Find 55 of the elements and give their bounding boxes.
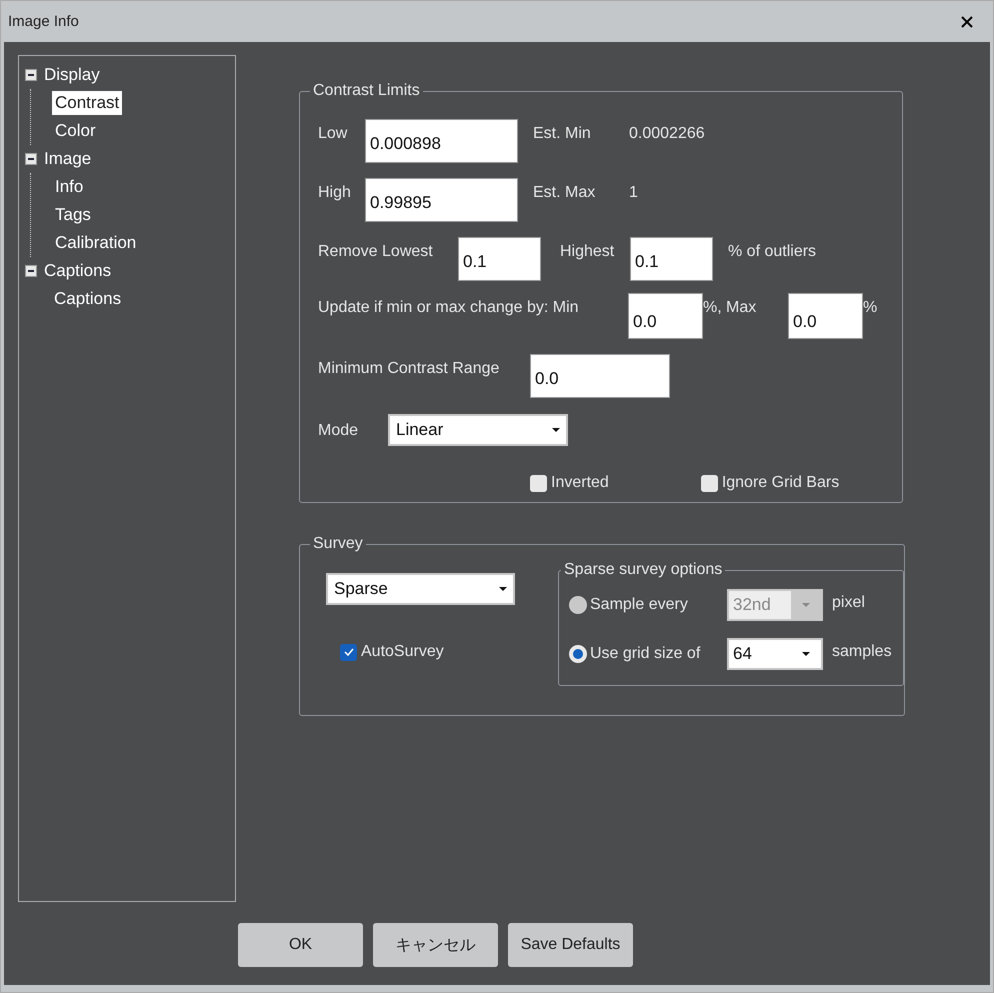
- dialog-button[interactable]: キャンセル: [373, 923, 498, 967]
- checkbox[interactable]: Ignore Grid Bars: [700, 474, 840, 492]
- min-field[interactable]: 0.0: [628, 293, 703, 339]
- tree-item[interactable]: Color: [52, 119, 99, 143]
- collapse-icon[interactable]: [25, 265, 37, 277]
- mode-dropdown[interactable]: Linear: [388, 414, 568, 446]
- unit-label: %,: [703, 298, 723, 317]
- value-text: 1: [629, 183, 638, 202]
- tree-item[interactable]: Info: [52, 175, 86, 199]
- dialog-button[interactable]: OK: [238, 923, 363, 967]
- low-field[interactable]: 0.000898: [365, 119, 518, 163]
- field-label: Highest: [560, 242, 616, 261]
- group-title: Sparse survey options: [563, 561, 724, 579]
- option-dropdown[interactable]: 64: [727, 638, 823, 670]
- high-field[interactable]: 0.99895: [365, 178, 518, 222]
- field-label: Est. Max: [533, 183, 596, 202]
- group-title: Contrast Limits: [312, 82, 421, 100]
- lowest-field[interactable]: 0.1: [458, 237, 541, 281]
- field-label: Low: [318, 124, 348, 143]
- minimum-range-field[interactable]: 0.0: [530, 354, 670, 398]
- caret-icon: [802, 652, 810, 656]
- group-title: Survey: [312, 535, 364, 553]
- field-label: Remove Lowest: [318, 242, 434, 261]
- collapse-icon[interactable]: [25, 69, 37, 81]
- tree-item[interactable]: Captions: [41, 259, 114, 283]
- field-label: % of outliers: [728, 242, 816, 261]
- close-icon[interactable]: [961, 16, 973, 28]
- tree-item[interactable]: Captions: [51, 287, 124, 311]
- field-label: Update if min or max change by: Min: [318, 298, 580, 317]
- window-title: Image Info: [8, 13, 79, 30]
- tree-item[interactable]: Tags: [52, 203, 94, 227]
- caret-icon: [552, 428, 560, 432]
- field-label: Max: [726, 298, 758, 317]
- field-label: Minimum Contrast Range: [318, 359, 500, 378]
- value-text: 0.0002266: [629, 124, 705, 143]
- dialog-button[interactable]: Save Defaults: [508, 923, 633, 967]
- checkbox[interactable]: Inverted: [530, 474, 609, 492]
- survey-dropdown[interactable]: Sparse: [326, 573, 515, 605]
- field-label: Mode: [318, 421, 360, 440]
- collapse-icon[interactable]: [25, 153, 37, 165]
- highest-field[interactable]: 0.1: [630, 237, 713, 281]
- tree-item[interactable]: Display: [41, 63, 103, 87]
- tree-item[interactable]: Contrast: [52, 91, 122, 115]
- field-label: High: [318, 183, 352, 202]
- max-field[interactable]: 0.0: [788, 293, 863, 339]
- tree-item[interactable]: Calibration: [52, 231, 140, 255]
- unit-label: pixel: [831, 594, 865, 613]
- caret-icon: [802, 603, 810, 607]
- unit-label: %: [863, 298, 878, 317]
- caret-icon: [499, 587, 507, 591]
- unit-label: samples: [831, 643, 892, 662]
- tree-item[interactable]: Image: [41, 147, 94, 171]
- field-label: Est. Min: [533, 124, 592, 143]
- checkbox[interactable]: AutoSurvey: [340, 643, 558, 661]
- radio-button[interactable]: Use grid size of: [569, 645, 727, 663]
